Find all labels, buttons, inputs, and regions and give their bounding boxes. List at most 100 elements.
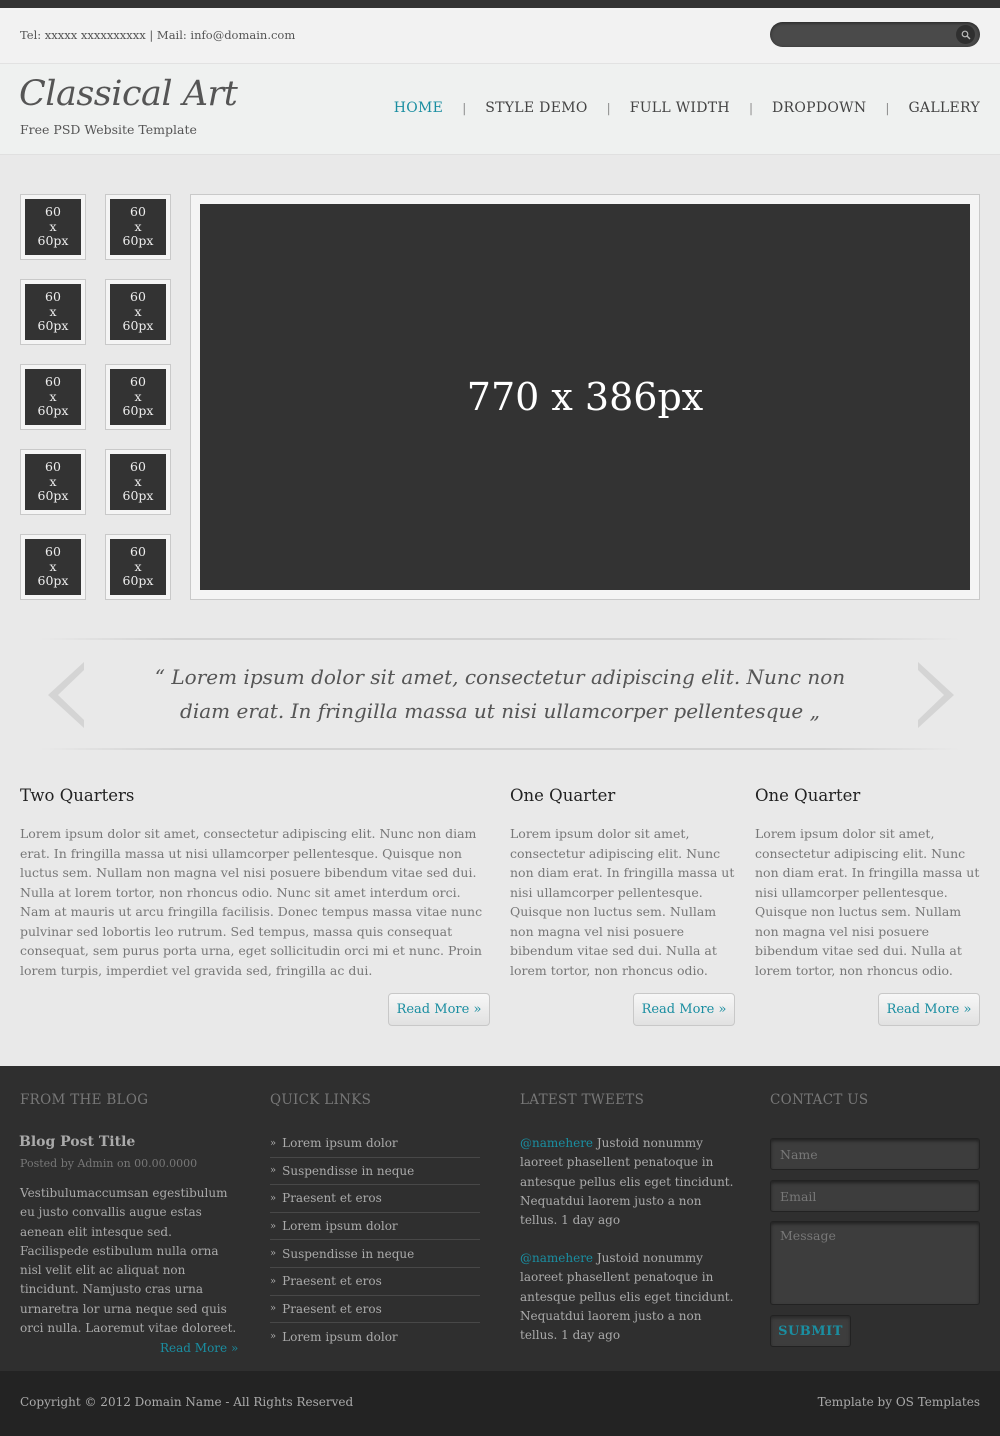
email-field[interactable] — [770, 1180, 980, 1212]
blog-post-meta: Posted by Admin on 00.00.0000 — [20, 1157, 198, 1170]
nav-separator: | — [885, 101, 890, 115]
gallery-thumb[interactable]: 60 x 60px — [105, 279, 171, 345]
gallery-thumb[interactable]: 60 x 60px — [20, 449, 86, 515]
quick-link-item[interactable]: » Praesent et eros — [270, 1296, 480, 1324]
gallery-thumb[interactable]: 60 x 60px — [105, 449, 171, 515]
column-title: Two Quarters — [20, 786, 135, 805]
gallery-thumb[interactable]: 60 x 60px — [105, 194, 171, 260]
gallery-thumb[interactable]: 60 x 60px — [20, 279, 86, 345]
quick-link-item[interactable]: » Suspendisse in neque — [270, 1158, 480, 1186]
blog-read-more-link[interactable]: Read More » — [160, 1341, 238, 1355]
gallery-thumb[interactable]: 60 x 60px — [20, 534, 86, 600]
thumb-placeholder: 60 x 60px — [25, 454, 81, 510]
double-chevron-icon: » — [270, 1303, 277, 1315]
quick-link-label: Praesent et eros — [282, 1191, 382, 1206]
quick-links-heading: QUICK LINKS — [270, 1092, 372, 1108]
column-text: Lorem ipsum dolor sit amet, consectetur … — [20, 826, 483, 978]
chevron-right-icon[interactable] — [914, 662, 954, 728]
search-box — [770, 22, 980, 47]
quick-link-label: Suspendisse in neque — [282, 1246, 415, 1261]
featured-slider: 770 x 386px — [190, 194, 980, 600]
site-tagline: Free PSD Website Template — [20, 122, 197, 137]
gallery-thumb[interactable]: 60 x 60px — [20, 194, 86, 260]
site-footer: FROM THE BLOG Blog Post Title Posted by … — [0, 1066, 1000, 1371]
read-more-button[interactable]: Read More » — [878, 993, 980, 1026]
contact-heading: CONTACT US — [770, 1092, 869, 1108]
quick-link-item[interactable]: » Praesent et eros — [270, 1268, 480, 1296]
gallery-thumb[interactable]: 60 x 60px — [105, 364, 171, 430]
gallery-thumb[interactable]: 60 x 60px — [105, 534, 171, 600]
thumb-placeholder: 60 x 60px — [110, 284, 166, 340]
featured-image: 770 x 386px — [200, 204, 970, 590]
nav-full-width[interactable]: FULL WIDTH — [630, 100, 730, 116]
tweet: @namehere Justoid nonummy laoreet phasel… — [520, 1134, 735, 1230]
column-text: Lorem ipsum dolor sit amet, consectetur … — [755, 826, 980, 978]
submit-button[interactable]: SUBMIT — [770, 1315, 851, 1347]
quick-link-item[interactable]: » Lorem ipsum dolor — [270, 1130, 480, 1158]
thumb-placeholder: 60 x 60px — [110, 369, 166, 425]
quote-divider-top — [40, 638, 960, 640]
blog-post-excerpt: Vestibulumaccumsan egestibulum eu justo … — [20, 1186, 237, 1336]
tweet: @namehere Justoid nonummy laoreet phasel… — [520, 1249, 735, 1345]
thumb-placeholder: 60 x 60px — [25, 369, 81, 425]
read-more-button[interactable]: Read More » — [633, 993, 735, 1026]
double-chevron-icon: » — [270, 1220, 277, 1232]
top-bar: Tel: xxxxx xxxxxxxxxx | Mail: info@domai… — [0, 8, 1000, 64]
quick-link-label: Praesent et eros — [282, 1301, 382, 1316]
site-title[interactable]: Classical Art — [19, 74, 238, 114]
read-more-button[interactable]: Read More » — [388, 993, 490, 1026]
column-title: One Quarter — [755, 786, 861, 805]
search-input[interactable] — [782, 26, 952, 43]
double-chevron-icon: » — [270, 1331, 277, 1343]
double-chevron-icon: » — [270, 1137, 277, 1149]
quick-link-label: Lorem ipsum dolor — [282, 1219, 398, 1234]
quick-link-label: Suspendisse in neque — [282, 1163, 415, 1178]
double-chevron-icon: » — [270, 1248, 277, 1260]
top-stripe — [0, 0, 1000, 8]
search-button[interactable] — [956, 25, 975, 44]
nav-dropdown[interactable]: DROPDOWN — [772, 100, 866, 116]
name-field[interactable] — [770, 1138, 980, 1170]
bottom-bar: Copyright © 2012 Domain Name - All Right… — [0, 1371, 1000, 1436]
quick-link-label: Lorem ipsum dolor — [282, 1136, 398, 1151]
quick-link-item[interactable]: » Suspendisse in neque — [270, 1240, 480, 1268]
blog-post-title[interactable]: Blog Post Title — [19, 1134, 135, 1150]
quote-divider-bottom — [40, 748, 960, 750]
copyright-text: Copyright © 2012 Domain Name - All Right… — [20, 1395, 354, 1409]
thumb-placeholder: 60 x 60px — [110, 199, 166, 255]
nav-gallery[interactable]: GALLERY — [908, 100, 980, 116]
featured-image-label: 770 x 386px — [466, 375, 704, 419]
quick-link-item[interactable]: » Lorem ipsum dolor — [270, 1213, 480, 1241]
nav-separator: | — [462, 101, 467, 115]
thumb-placeholder: 60 x 60px — [25, 284, 81, 340]
search-icon — [961, 30, 970, 39]
quick-link-item[interactable]: » Lorem ipsum dolor — [270, 1323, 480, 1351]
tweet-handle-link[interactable]: @namehere — [520, 1136, 593, 1150]
nav-home[interactable]: HOME — [394, 100, 443, 116]
tweets-heading: LATEST TWEETS — [520, 1092, 645, 1108]
column-title: One Quarter — [510, 786, 616, 805]
template-credit-link[interactable]: Template by OS Templates — [818, 1395, 980, 1409]
thumb-placeholder: 60 x 60px — [110, 539, 166, 595]
quick-links-list: » Lorem ipsum dolor » Suspendisse in neque… — [270, 1130, 480, 1351]
thumb-placeholder: 60 x 60px — [25, 199, 81, 255]
blog-heading: FROM THE BLOG — [20, 1092, 149, 1108]
contact-info: Tel: xxxxx xxxxxxxxxx | Mail: info@domai… — [20, 28, 296, 42]
tweet-handle-link[interactable]: @namehere — [520, 1251, 593, 1265]
chevron-left-icon[interactable] — [48, 662, 88, 728]
site-header: Classical Art Free PSD Website Template … — [0, 64, 1000, 155]
testimonial-quote: “ Lorem ipsum dolor sit amet, consectetu… — [154, 665, 846, 723]
double-chevron-icon: » — [270, 1192, 277, 1204]
main-nav: HOME | STYLE DEMO | FULL WIDTH | DROPDOW… — [394, 100, 980, 116]
nav-separator: | — [606, 101, 611, 115]
double-chevron-icon: » — [270, 1275, 277, 1287]
thumb-placeholder: 60 x 60px — [25, 539, 81, 595]
quick-link-item[interactable]: » Praesent et eros — [270, 1185, 480, 1213]
nav-style-demo[interactable]: STYLE DEMO — [485, 100, 587, 116]
nav-separator: | — [748, 101, 753, 115]
quick-link-label: Lorem ipsum dolor — [282, 1329, 398, 1344]
message-field[interactable] — [770, 1221, 980, 1305]
column-text: Lorem ipsum dolor sit amet, consectetur … — [510, 826, 735, 978]
quick-link-label: Praesent et eros — [282, 1274, 382, 1289]
gallery-thumb[interactable]: 60 x 60px — [20, 364, 86, 430]
